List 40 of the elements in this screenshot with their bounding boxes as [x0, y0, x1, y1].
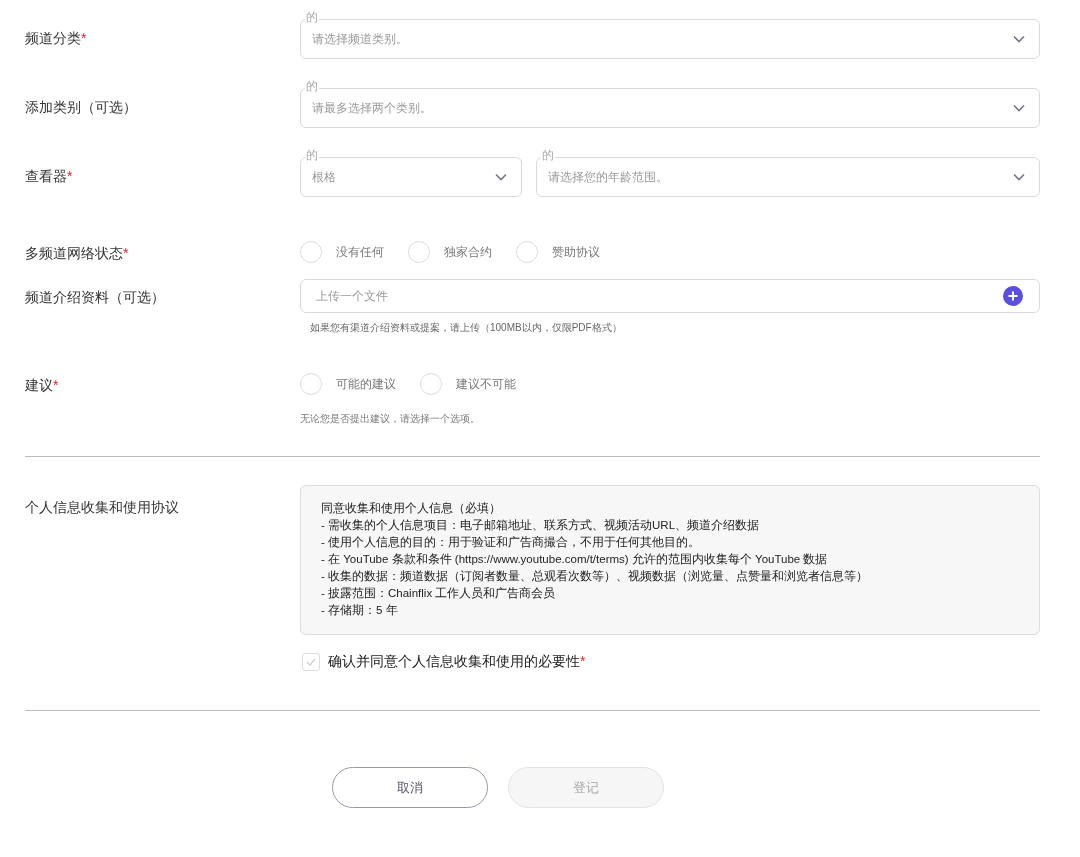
select-placeholder: 根格: [312, 168, 336, 186]
upload-placeholder: 上传一个文件: [316, 288, 388, 305]
file-upload-field[interactable]: 上传一个文件: [300, 279, 1040, 313]
agreement-line: - 在 YouTube 条款和条件 (https://www.youtube.com/t/terms) 允许的范围内收集每个 YouTube 数据: [321, 552, 829, 567]
chevron-down-icon: [1013, 103, 1025, 112]
radio-label: 赞助协议: [552, 244, 600, 261]
field-label: 添加类别（可选）: [25, 99, 137, 115]
field-legend: 的: [305, 8, 319, 25]
chevron-down-icon: [1013, 172, 1025, 181]
agreement-line: - 收集的数据：频道数据（订阅者数量、总观看次数等）、视频数据（浏览量、点赞量和浏览者信息等）: [321, 569, 870, 584]
cancel-button[interactable]: 取消: [331, 767, 488, 808]
select-placeholder: 请选择您的年龄范围。: [548, 168, 668, 186]
select-placeholder: 请最多选择两个类别。: [312, 99, 432, 117]
field-label: 查看器*: [25, 168, 73, 184]
chevron-down-icon: [495, 172, 507, 181]
field-legend: 的: [305, 77, 319, 94]
section-label: 个人信息收集和使用协议: [25, 499, 179, 515]
field-label: 多频道网络状态*: [25, 245, 129, 261]
radio-label: 没有任何: [336, 244, 384, 261]
field-legend: 的: [305, 146, 319, 163]
checkbox-label: 确认并同意个人信息收集和使用的必要性*: [328, 652, 586, 671]
field-legend: 的: [541, 146, 555, 163]
field-label: 频道分类*: [25, 30, 87, 46]
plus-icon[interactable]: [1003, 286, 1023, 306]
radio-label: 建议不可能: [456, 376, 516, 393]
radio-label: 可能的建议: [336, 376, 396, 393]
agreement-line: - 使用个人信息的目的：用于验证和广告商撮合，不用于任何其他目的。: [321, 535, 702, 550]
radio-label: 独家合约: [444, 244, 492, 261]
hint-text: 无论您是否提出建议，请选择一个选项。: [300, 412, 481, 426]
hint-text: 如果您有渠道介绍资料或提案，请上传（100MB以内，仅限PDF格式）: [309, 321, 623, 335]
agreement-line: - 存储期：5 年: [321, 603, 399, 618]
field-label: 建议*: [25, 377, 59, 393]
agreement-line: - 披露范围：Chainflix 工作人员和广告商会员: [321, 586, 557, 601]
select-placeholder: 请选择频道类别。: [312, 30, 408, 48]
check-icon: [306, 657, 316, 666]
agreement-line: - 需收集的个人信息项目：电子邮箱地址、联系方式、视频活动URL、频道介绍数据: [321, 518, 761, 533]
field-label: 频道介绍资料（可选）: [25, 289, 165, 305]
checkbox[interactable]: [302, 652, 320, 671]
chevron-down-icon: [1013, 34, 1025, 43]
agreement-line: 同意收集和使用个人信息（必填）: [321, 501, 502, 516]
